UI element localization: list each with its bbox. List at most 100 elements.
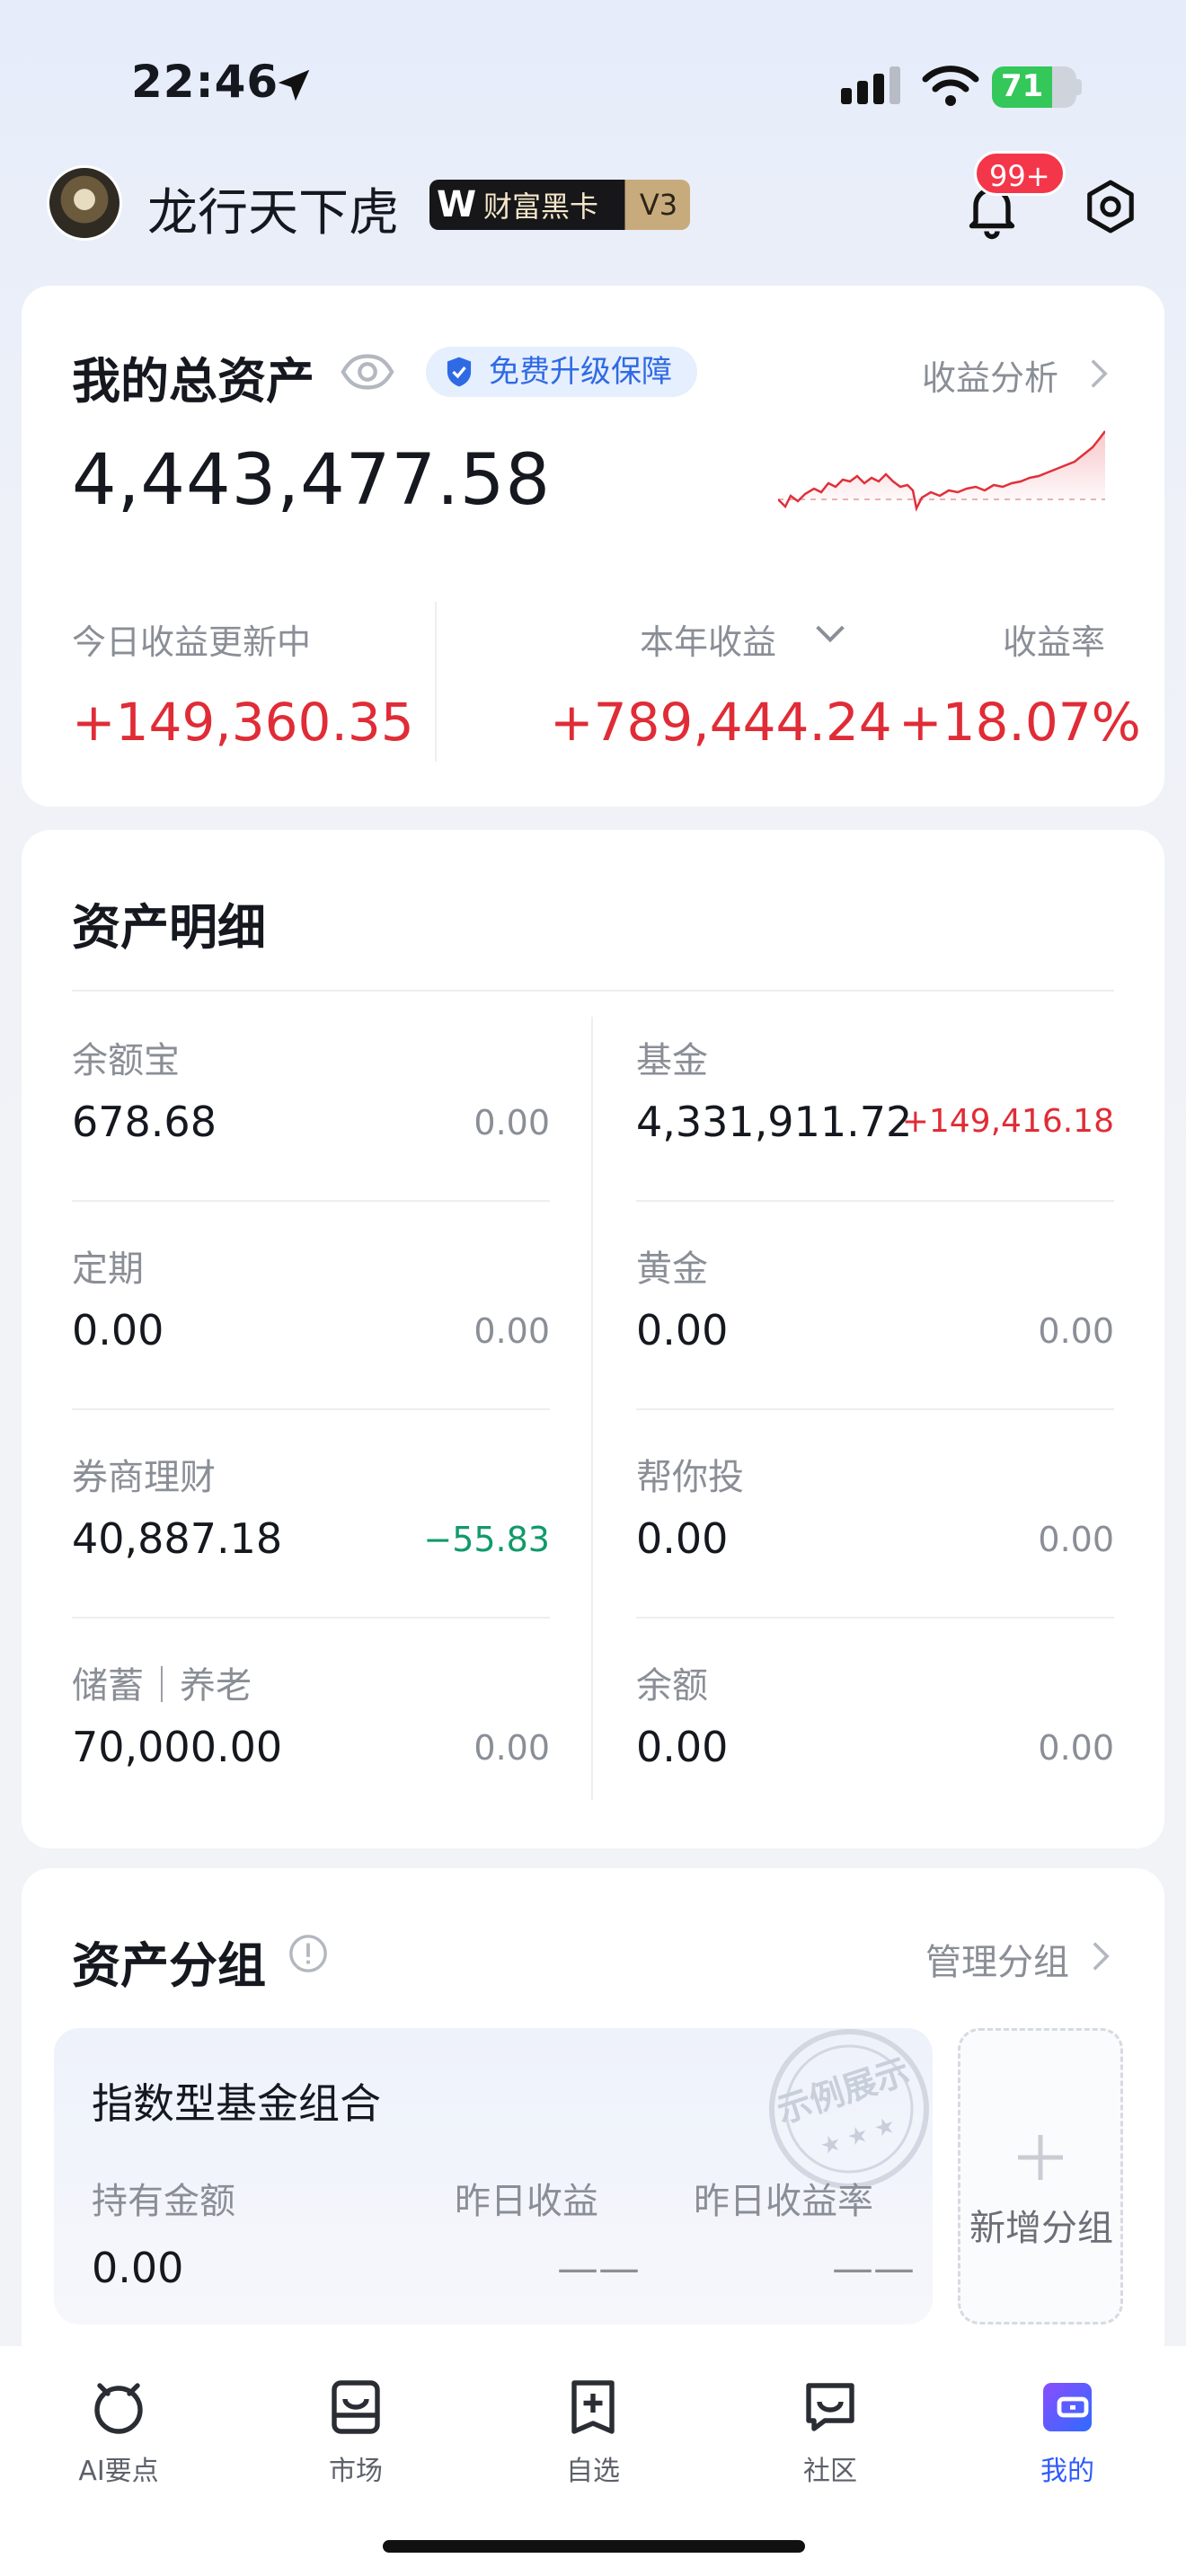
asset-item-label: 储蓄｜养老: [72, 1665, 252, 1707]
divider: [591, 1017, 593, 1800]
asset-item-value: 0.00: [72, 1306, 164, 1354]
asset-item-value: 0.00: [636, 1514, 729, 1563]
user-name[interactable]: 龙行天下虎: [147, 172, 399, 245]
tab-label: 自选: [566, 2456, 620, 2487]
yesterday-profit-label: 昨日收益: [455, 2181, 598, 2222]
tab-label: AI要点: [78, 2456, 159, 2487]
asset-item-change: 0.00: [474, 1728, 550, 1768]
home-indicator: [383, 2540, 805, 2553]
profit-analysis-link[interactable]: 收益分析: [922, 350, 1058, 400]
asset-item[interactable]: 储蓄｜养老 70,000.00 0.00: [72, 1642, 550, 1822]
info-icon[interactable]: [288, 1933, 329, 1974]
battery-indicator: 71: [992, 66, 1076, 108]
asset-item-label: 券商理财: [72, 1457, 216, 1498]
tab-label: 市场: [329, 2456, 383, 2487]
asset-item-value: 678.68: [72, 1098, 217, 1146]
tab-market[interactable]: 市场: [237, 2375, 474, 2488]
asset-item-label: 黄金: [636, 1248, 708, 1290]
divider: [72, 1200, 550, 1202]
tab-label: 社区: [803, 2456, 857, 2487]
asset-item-change: 0.00: [1038, 1520, 1114, 1559]
asset-item-label: 帮你投: [636, 1457, 744, 1498]
asset-item[interactable]: 黄金 0.00 0.00: [636, 1225, 1114, 1405]
asset-item-label: 余额宝: [72, 1040, 180, 1081]
asset-item[interactable]: 基金 4,331,911.72 +149,416.18: [636, 1017, 1114, 1196]
vip-level: V3: [639, 188, 678, 222]
tab-watchlist[interactable]: 自选: [474, 2375, 712, 2488]
asset-item-value: 4,331,911.72: [636, 1098, 913, 1146]
divider: [72, 990, 1114, 992]
battery-cap: [1076, 79, 1082, 95]
ai-icon: [94, 2383, 143, 2434]
today-profit-value: +149,360.35: [72, 692, 414, 753]
tab-label: 我的: [1040, 2456, 1094, 2487]
eye-icon[interactable]: [340, 350, 395, 393]
year-profit-label[interactable]: 本年收益: [640, 614, 776, 664]
divider: [435, 602, 437, 762]
hold-amount-label: 持有金额: [92, 2181, 235, 2222]
cellular-signal-icon: [841, 66, 900, 104]
yesterday-profit-value: ——: [557, 2244, 640, 2292]
asset-item-change: +149,416.18: [901, 1103, 1114, 1140]
market-icon: [332, 2380, 380, 2434]
asset-group-title: 资产分组: [72, 1937, 266, 1994]
asset-item[interactable]: 帮你投 0.00 0.00: [636, 1434, 1114, 1613]
settings-icon[interactable]: [1080, 176, 1141, 237]
trend-sparkline[interactable]: [778, 428, 1105, 528]
tab-ai[interactable]: AI要点: [0, 2375, 237, 2488]
chevron-right-icon: [1093, 1942, 1110, 1971]
battery-level: 71: [1001, 68, 1044, 104]
manage-groups-link[interactable]: 管理分组: [925, 1933, 1069, 1985]
community-icon: [806, 2383, 854, 2431]
yesterday-rate-value: ——: [832, 2244, 915, 2292]
hold-amount-value: 0.00: [92, 2244, 184, 2292]
group-name: 指数型基金组合: [92, 2079, 381, 2128]
asset-item-value: 40,887.18: [72, 1514, 283, 1563]
asset-item-change: 0.00: [474, 1311, 550, 1351]
plus-icon: [1018, 2135, 1063, 2180]
asset-item-change: 0.00: [1038, 1728, 1114, 1768]
divider: [72, 1617, 550, 1619]
asset-item[interactable]: 券商理财 40,887.18 −55.83: [72, 1434, 550, 1613]
chevron-down-icon[interactable]: [814, 622, 846, 648]
vip-badge[interactable]: W 财富黑卡 V3: [429, 180, 690, 230]
asset-item-change: −55.83: [423, 1520, 550, 1559]
divider: [72, 1408, 550, 1410]
asset-item-label: 定期: [72, 1248, 144, 1290]
status-time: 22:46: [131, 56, 279, 108]
wallet-icon: [1043, 2383, 1092, 2431]
tab-mine[interactable]: 我的: [949, 2375, 1186, 2488]
asset-item-change: 0.00: [474, 1103, 550, 1142]
year-profit-value: +789,444.24: [550, 692, 892, 753]
return-rate-value: +18.07%: [898, 692, 1141, 753]
asset-item[interactable]: 余额 0.00 0.00: [636, 1642, 1114, 1822]
asset-item-change: 0.00: [1038, 1311, 1114, 1351]
total-assets-title: 我的总资产: [72, 353, 314, 410]
asset-item-value: 70,000.00: [72, 1723, 283, 1771]
vip-logo-icon: W: [436, 184, 477, 225]
divider: [636, 1617, 1114, 1619]
chevron-right-icon: [1091, 359, 1108, 388]
add-group-label: 新增分组: [969, 2208, 1113, 2249]
shield-icon: [447, 357, 472, 387]
divider: [636, 1408, 1114, 1410]
today-profit-label: 今日收益更新中: [72, 622, 312, 662]
notification-badge: 99+: [974, 151, 1066, 196]
asset-item[interactable]: 定期 0.00 0.00: [72, 1225, 550, 1405]
asset-item-value: 0.00: [636, 1723, 729, 1771]
asset-item-value: 0.00: [636, 1306, 729, 1354]
location-arrow-icon: [278, 69, 310, 101]
avatar[interactable]: [47, 165, 122, 241]
watchlist-icon: [571, 2380, 615, 2434]
asset-item-label: 余额: [636, 1665, 708, 1707]
divider: [636, 1200, 1114, 1202]
wifi-icon: [922, 66, 979, 106]
total-assets-value: 4,443,477.58: [72, 440, 552, 521]
asset-item-label: 基金: [636, 1040, 708, 1081]
asset-item[interactable]: 余额宝 678.68 0.00: [72, 1017, 550, 1196]
yesterday-rate-label: 昨日收益率: [694, 2181, 873, 2222]
asset-detail-title: 资产明细: [72, 899, 266, 956]
svg-text:★ ★ ★: ★ ★ ★: [817, 2112, 899, 2161]
vip-card-label: 财富黑卡: [483, 190, 599, 224]
tab-community[interactable]: 社区: [712, 2375, 949, 2488]
